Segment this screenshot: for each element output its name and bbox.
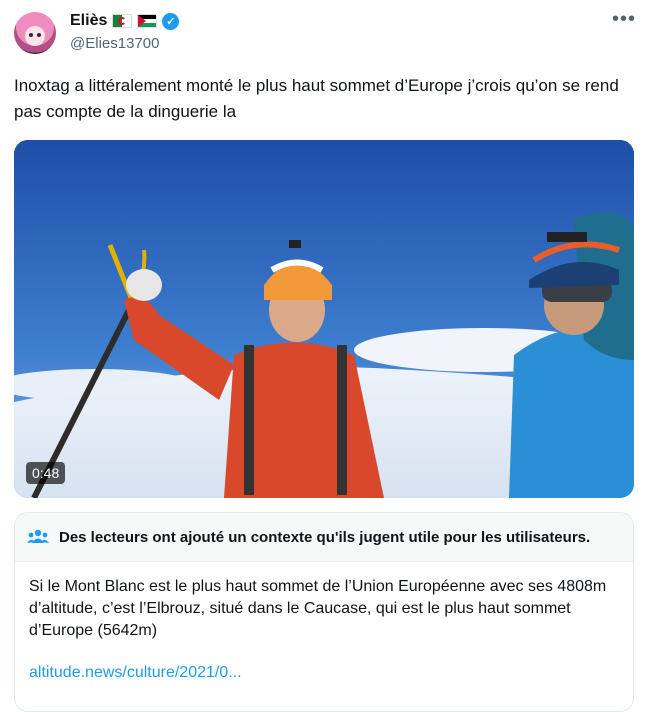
community-note-title: Des lecteurs ont ajouté un contexte qu'i… [59, 528, 591, 546]
author-name[interactable]: Eliès [70, 12, 107, 30]
community-note-link[interactable]: altitude.news/culture/2021/0... [29, 662, 619, 684]
author-name-row[interactable]: Eliès ✓ [70, 12, 180, 30]
community-note-body: Si le Mont Blanc est le plus haut sommet… [15, 562, 633, 684]
community-note[interactable]: Des lecteurs ont ajouté un contexte qu'i… [14, 512, 634, 712]
community-note-text: Si le Mont Blanc est le plus haut sommet… [29, 578, 607, 639]
people-icon [27, 529, 49, 543]
avatar-face [25, 26, 45, 46]
community-note-header: Des lecteurs ont ajouté un contexte qu'i… [15, 513, 633, 562]
more-options-icon[interactable]: ••• [612, 8, 636, 31]
video-thumbnail [14, 140, 634, 498]
algeria-flag-icon [112, 14, 133, 28]
author-handle[interactable]: @Elies13700 [70, 35, 159, 52]
tweet-text: Inoxtag a littéralement monté le plus ha… [14, 76, 619, 121]
verified-badge-icon[interactable]: ✓ [162, 12, 180, 30]
avatar-eye [29, 33, 33, 37]
video-duration: 0:48 [26, 462, 66, 484]
author-avatar[interactable] [14, 12, 56, 54]
avatar-eye [37, 33, 41, 37]
video-player[interactable]: 0:48 [14, 140, 634, 498]
palestine-flag-icon [137, 14, 158, 28]
